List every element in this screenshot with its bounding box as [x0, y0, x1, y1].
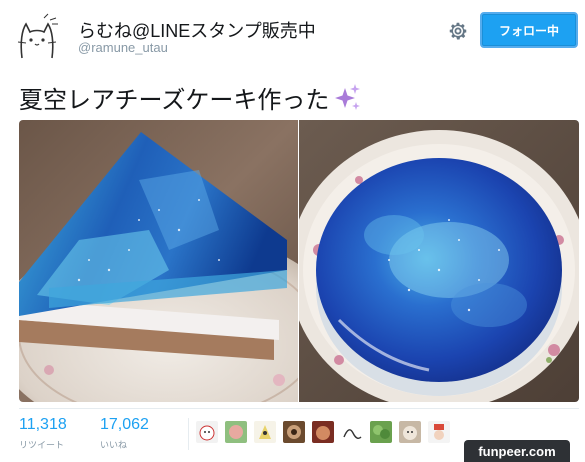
tweet-text: 夏空レアチーズケーキ作った [19, 87, 330, 114]
liker-avatar[interactable] [428, 421, 450, 443]
cheesecake-whole-photo[interactable] [299, 120, 579, 402]
liker-avatars [196, 421, 457, 443]
cheesecake-slice-photo[interactable] [19, 120, 298, 402]
divider [19, 408, 579, 409]
user-handle[interactable]: @ramune_utau [78, 40, 168, 55]
watermark: funpeer.com [464, 440, 570, 462]
cat-drawing-icon [14, 12, 62, 60]
liker-avatar[interactable] [254, 421, 276, 443]
divider [188, 418, 189, 450]
like-count-value: 17,062 [100, 416, 149, 433]
liker-avatar[interactable] [341, 421, 363, 443]
retweet-count[interactable]: 11,318 リツイート [19, 416, 67, 451]
liker-avatar[interactable] [370, 421, 392, 443]
like-count-label: いいね [100, 440, 128, 450]
like-count[interactable]: 17,062 いいね [100, 416, 149, 451]
tweet-text-container: 夏空レアチーズケーキ作った [19, 80, 363, 115]
user-avatar[interactable] [14, 12, 62, 60]
sparkles-icon [335, 83, 361, 110]
following-button[interactable]: フォロー中 [480, 12, 578, 48]
tweet-header: らむね@LINEスタンプ販売中 @ramune_utau フォロー中 [0, 0, 585, 70]
gear-icon[interactable] [447, 20, 469, 42]
tweet-media[interactable] [19, 120, 579, 402]
liker-avatar[interactable] [196, 421, 218, 443]
liker-avatar[interactable] [225, 421, 247, 443]
liker-avatar[interactable] [399, 421, 421, 443]
retweet-count-label: リツイート [19, 440, 65, 450]
retweet-count-value: 11,318 [19, 416, 67, 433]
liker-avatar[interactable] [283, 421, 305, 443]
liker-avatar[interactable] [312, 421, 334, 443]
